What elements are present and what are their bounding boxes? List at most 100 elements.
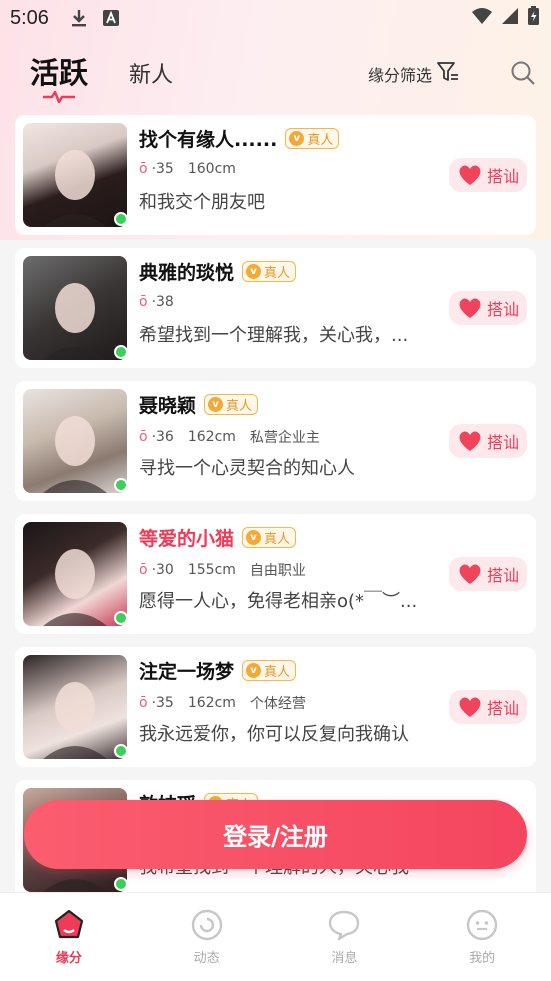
heart-icon (459, 165, 481, 185)
avatar[interactable] (23, 123, 127, 227)
tab-active[interactable]: 活跃 (30, 50, 88, 92)
greet-label: 搭讪 (486, 566, 519, 585)
tab-fate-label: 缘分 (55, 951, 82, 966)
female-icon: ō (139, 429, 148, 445)
heart-icon (459, 564, 481, 584)
user-meta: ō ·35 162cm 个体经营 (139, 693, 306, 713)
tab-active-indicator (42, 88, 76, 107)
me-icon (466, 909, 498, 941)
tab-messages[interactable]: 消息 (276, 893, 414, 981)
signal-icon (502, 7, 518, 29)
tab-new[interactable]: 新人 (129, 57, 173, 89)
verified-label: 真人 (307, 133, 334, 148)
age: ·38 (151, 294, 174, 310)
user-meta: ō ·30 155cm 自由职业 (139, 560, 306, 580)
avatar[interactable] (23, 522, 127, 626)
wifi-icon (472, 7, 492, 29)
greet-button[interactable]: 搭讪 (449, 690, 527, 724)
greet-button[interactable]: 搭讪 (449, 291, 527, 325)
tab-me-label: 我的 (469, 951, 496, 966)
verified-badge: v真人 (285, 128, 340, 149)
user-bio: 我永远爱你，你可以反复向我确认 (139, 724, 409, 745)
greet-button[interactable]: 搭讪 (449, 424, 527, 458)
user-card[interactable]: 找个有缘人...... v 真人 ō ·35 160cm 和我交个朋友吧 搭讪 (15, 115, 536, 235)
heart-icon (459, 298, 481, 318)
height: 162cm (187, 429, 236, 445)
fate-icon (54, 909, 83, 939)
greet-label: 搭讪 (486, 300, 519, 319)
online-status-dot (114, 744, 128, 758)
login-register-button[interactable]: 登录/注册 (24, 800, 527, 869)
job: 私营企业主 (249, 430, 320, 446)
height: 155cm (187, 562, 236, 578)
name-row: 聂晓颖 v 真人 (139, 391, 259, 418)
female-icon: ō (139, 161, 148, 177)
top-nav: 活跃 新人 缘分筛选 (0, 40, 551, 106)
height: 162cm (187, 695, 236, 711)
online-status-dot (114, 212, 128, 226)
user-name: 典雅的琰悦 (139, 262, 235, 284)
online-status-dot (114, 345, 128, 359)
tab-me[interactable]: 我的 (413, 893, 551, 981)
height: 160cm (187, 161, 236, 177)
age: ·35 (151, 161, 174, 177)
female-icon: ō (139, 294, 148, 310)
filter-label: 缘分筛选 (368, 66, 433, 85)
greet-label: 搭讪 (486, 433, 519, 452)
verified-badge: v真人 (204, 394, 259, 415)
download-icon (71, 9, 87, 27)
verified-label: 真人 (226, 399, 253, 414)
verified-icon: v (289, 131, 305, 146)
name-row: 注定一场梦 v 真人 (139, 657, 297, 684)
verified-badge: v真人 (242, 660, 297, 681)
text-a-icon (102, 10, 119, 26)
user-card[interactable]: 等爱的小猫 v 真人 ō ·30 155cm 自由职业 愿得一人心，免得老相亲o(*￣︶...… (15, 514, 536, 634)
name-row: 找个有缘人...... v 真人 (139, 125, 340, 152)
avatar[interactable] (23, 389, 127, 493)
tab-messages-label: 消息 (331, 951, 358, 966)
moments-icon (191, 909, 222, 941)
tab-moments[interactable]: 动态 (138, 893, 276, 981)
verified-icon: v (246, 663, 262, 678)
user-name: 聂晓颖 (139, 395, 197, 417)
verified-label: 真人 (264, 665, 291, 680)
user-card[interactable]: 注定一场梦 v 真人 ō ·35 162cm 个体经营我永远爱你，你可以反复向我确认 搭讪 (15, 647, 536, 767)
user-meta: ō ·36 162cm 私营企业主 (139, 427, 320, 447)
filter-button[interactable]: 缘分筛选 (368, 61, 460, 87)
job: 个体经营 (249, 696, 306, 712)
greet-label: 搭讪 (486, 699, 519, 718)
tab-moments-label: 动态 (193, 951, 220, 966)
greet-button[interactable]: 搭讪 (449, 557, 527, 591)
greet-label: 搭讪 (486, 167, 519, 186)
user-card[interactable]: 聂晓颖 v 真人 ō ·36 162cm 私营企业主 寻找一个心灵契合的知心人 搭讪 (15, 381, 536, 501)
verified-icon: v (208, 397, 224, 412)
bottom-tab-bar: 缘分 动态 消息 我的 (0, 892, 551, 981)
job: 自由职业 (249, 563, 306, 579)
online-status-dot (114, 877, 128, 891)
age: ·30 (151, 562, 174, 578)
name-row: 等爱的小猫 v 真人 (139, 524, 297, 551)
online-status-dot (114, 478, 128, 492)
search-icon[interactable] (510, 60, 536, 90)
verified-label: 真人 (264, 266, 291, 281)
messages-icon (329, 910, 360, 941)
verified-icon: v (246, 530, 262, 545)
age: ·36 (151, 429, 174, 445)
battery-icon (528, 6, 539, 30)
female-icon: ō (139, 695, 148, 711)
name-row: 典雅的琰悦 v 真人 (139, 258, 297, 285)
female-icon: ō (139, 562, 148, 578)
user-name: 注定一场梦 (139, 661, 235, 683)
greet-button[interactable]: 搭讪 (449, 158, 527, 192)
avatar[interactable] (23, 655, 127, 759)
verified-label: 真人 (264, 532, 291, 547)
verified-badge: v真人 (242, 261, 297, 282)
avatar[interactable] (23, 256, 127, 360)
age: ·35 (151, 695, 174, 711)
user-name: 找个有缘人...... (139, 129, 278, 151)
filter-icon (436, 61, 460, 87)
status-bar: 5:06 (0, 0, 551, 36)
user-card[interactable]: 典雅的琰悦 v 真人 ō ·38 希望找到一个理解我，关心我，... 搭讪 (15, 248, 536, 368)
tab-fate[interactable]: 缘分 (0, 893, 138, 981)
online-status-dot (114, 611, 128, 625)
